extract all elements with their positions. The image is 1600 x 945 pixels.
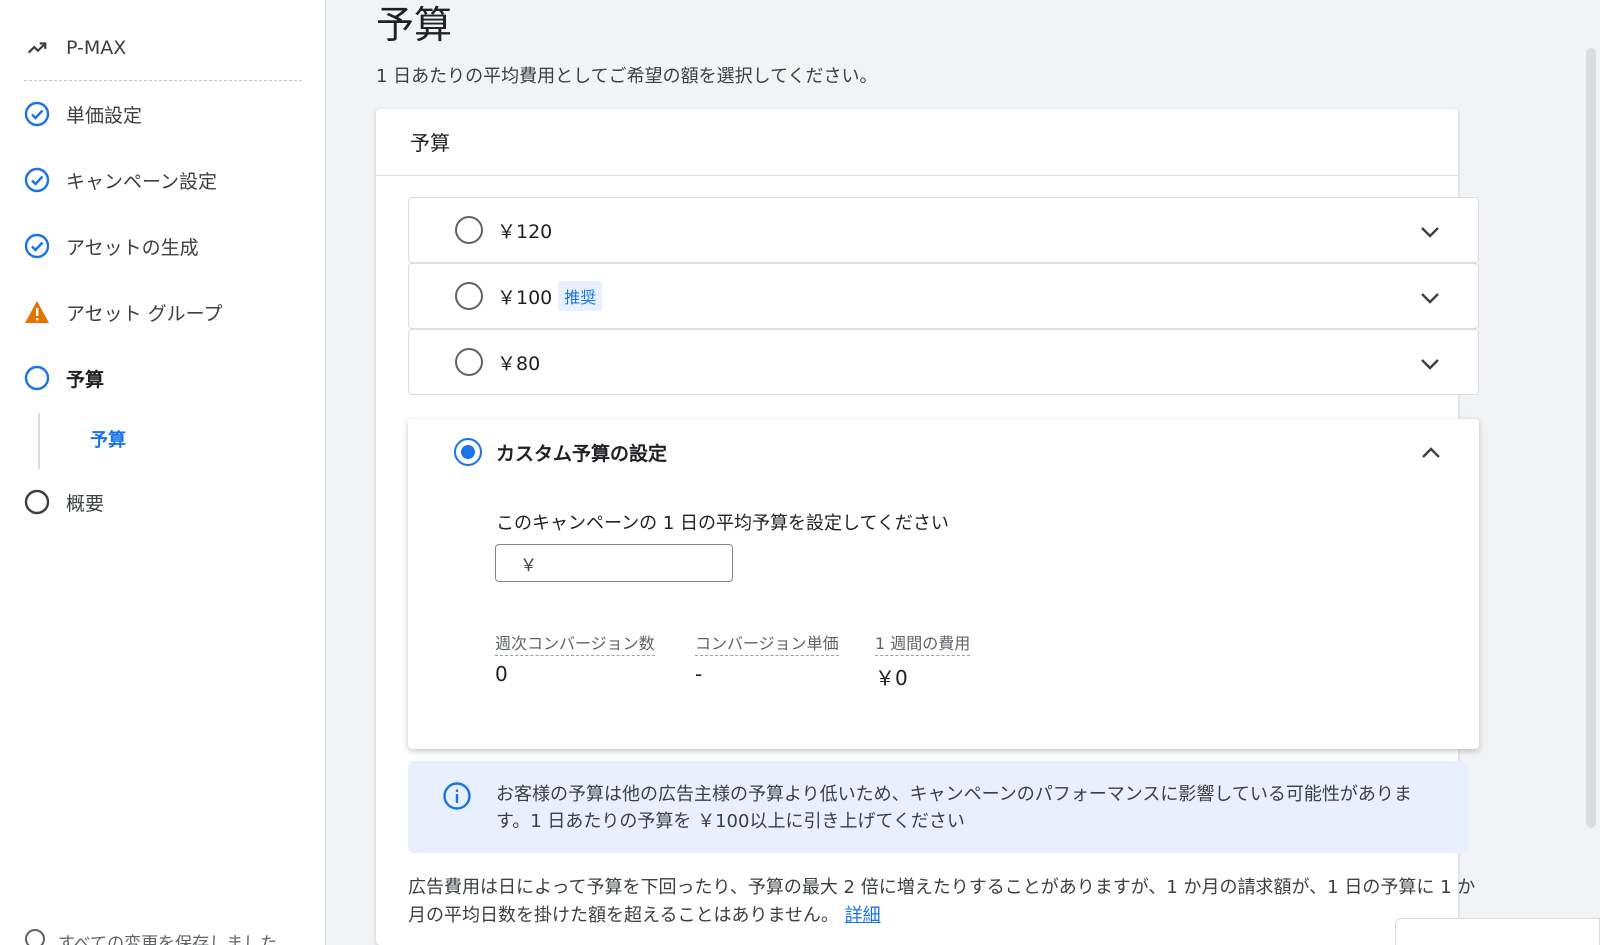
warning-icon bbox=[24, 299, 50, 325]
chevron-up-icon[interactable] bbox=[1419, 441, 1443, 465]
budget-card: 予算 ￥120 ￥100 推奨 ￥80 カスタム予算の設定 このキャンペーンの … bbox=[376, 109, 1479, 945]
sidebar-item-label: キャンペーン設定 bbox=[66, 170, 218, 193]
trending-up-icon bbox=[24, 35, 50, 61]
info-banner: お客様の予算は他の広告主様の予算より低いため、キャンペーンのパフォーマンスに影響… bbox=[408, 761, 1468, 853]
floating-widget[interactable] bbox=[1395, 918, 1600, 945]
stat-value: - bbox=[695, 662, 703, 686]
radio-button-selected[interactable] bbox=[454, 438, 482, 466]
circle-outline-icon bbox=[24, 489, 50, 515]
budget-option-label: ￥100 bbox=[497, 286, 553, 309]
circle-outline-icon bbox=[24, 365, 50, 391]
saved-status-text: すべての変更を保存しました bbox=[58, 934, 278, 945]
check-circle-icon bbox=[24, 233, 50, 259]
sidebar-item-label: アセットの生成 bbox=[66, 236, 199, 259]
check-circle-icon bbox=[24, 101, 50, 127]
page-title: 予算 bbox=[376, 3, 453, 47]
sidebar-item-summary[interactable]: 概要 bbox=[24, 486, 104, 518]
check-circle-icon bbox=[24, 167, 50, 193]
main-content: 予算 1 日あたりの平均費用としてご希望の額を選択してください。 予算 ￥120… bbox=[326, 0, 1600, 945]
sidebar-divider bbox=[24, 80, 302, 81]
sidebar-item-label: P-MAX bbox=[66, 37, 127, 59]
stat-weekly-conversions: 週次コンバージョン数 0 bbox=[495, 630, 655, 686]
radio-button[interactable] bbox=[455, 282, 483, 310]
page-subtitle: 1 日あたりの平均費用としてご希望の額を選択してください。 bbox=[376, 66, 878, 87]
budget-input-field[interactable]: ￥ bbox=[495, 544, 733, 582]
card-header: 予算 bbox=[376, 109, 1458, 176]
sidebar-item-campaign-settings[interactable]: キャンペーン設定 bbox=[24, 164, 217, 196]
sub-nav-line bbox=[38, 413, 40, 469]
custom-budget-header[interactable]: カスタム予算の設定 bbox=[408, 419, 1479, 485]
sidebar-item-budget[interactable]: 予算 bbox=[24, 362, 104, 394]
sidebar-item-bidding[interactable]: 単価設定 bbox=[24, 98, 142, 130]
budget-option-120[interactable]: ￥120 bbox=[408, 197, 1479, 263]
sidebar-item-asset-generation[interactable]: アセットの生成 bbox=[24, 230, 199, 262]
saved-status: すべての変更を保存しました bbox=[24, 928, 277, 945]
info-icon bbox=[443, 782, 471, 810]
stat-label[interactable]: 1 週間の費用 bbox=[875, 630, 971, 656]
stat-cost-per-conversion: コンバージョン単価 - bbox=[695, 630, 839, 686]
budget-option-100[interactable]: ￥100 推奨 bbox=[408, 263, 1479, 329]
sidebar-item-label: 単価設定 bbox=[66, 104, 143, 127]
stat-value: ￥0 bbox=[875, 666, 908, 690]
stat-weekly-cost: 1 週間の費用 ￥0 bbox=[875, 630, 971, 691]
budget-option-label: ￥120 bbox=[497, 220, 553, 243]
sidebar: P-MAX 単価設定 キャンペーン設定 アセットの生成 アセット グループ 予算… bbox=[0, 0, 326, 945]
custom-budget-prompt: このキャンペーンの 1 日の平均予算を設定してください bbox=[496, 513, 949, 534]
chevron-down-icon[interactable] bbox=[1418, 286, 1442, 310]
stat-label[interactable]: 週次コンバージョン数 bbox=[495, 630, 655, 656]
radio-button[interactable] bbox=[455, 348, 483, 376]
custom-budget-panel: カスタム予算の設定 このキャンペーンの 1 日の平均予算を設定してください ￥ … bbox=[408, 419, 1479, 749]
budget-input[interactable] bbox=[545, 553, 725, 573]
stat-label[interactable]: コンバージョン単価 bbox=[695, 630, 839, 656]
learn-more-link[interactable]: 詳細 bbox=[845, 905, 881, 926]
budget-option-label: ￥80 bbox=[497, 352, 541, 375]
cloud-check-icon bbox=[24, 928, 46, 945]
sidebar-item-label: 概要 bbox=[66, 492, 105, 515]
sidebar-subitem-budget[interactable]: 予算 bbox=[90, 426, 126, 452]
budget-footnote: 広告費用は日によって予算を下回ったり、予算の最大 2 倍に増えたりすることがあり… bbox=[408, 874, 1483, 930]
chevron-down-icon[interactable] bbox=[1418, 220, 1442, 244]
scrollbar[interactable] bbox=[1586, 48, 1596, 828]
radio-button[interactable] bbox=[455, 216, 483, 244]
sidebar-item-label: 予算 bbox=[66, 368, 105, 391]
sidebar-item-label: アセット グループ bbox=[66, 302, 223, 325]
footnote-text: 広告費用は日によって予算を下回ったり、予算の最大 2 倍に増えたりすることがあり… bbox=[408, 877, 1476, 926]
recommended-badge: 推奨 bbox=[558, 281, 603, 311]
stat-value: 0 bbox=[495, 662, 508, 686]
sidebar-item-pmax[interactable]: P-MAX bbox=[24, 32, 126, 64]
sidebar-item-asset-group[interactable]: アセット グループ bbox=[24, 296, 223, 328]
budget-option-80[interactable]: ￥80 bbox=[408, 329, 1479, 395]
currency-symbol: ￥ bbox=[520, 555, 537, 576]
info-text: お客様の予算は他の広告主様の予算より低いため、キャンペーンのパフォーマンスに影響… bbox=[496, 784, 1412, 832]
chevron-down-icon[interactable] bbox=[1418, 352, 1442, 376]
custom-budget-label: カスタム予算の設定 bbox=[496, 442, 668, 465]
